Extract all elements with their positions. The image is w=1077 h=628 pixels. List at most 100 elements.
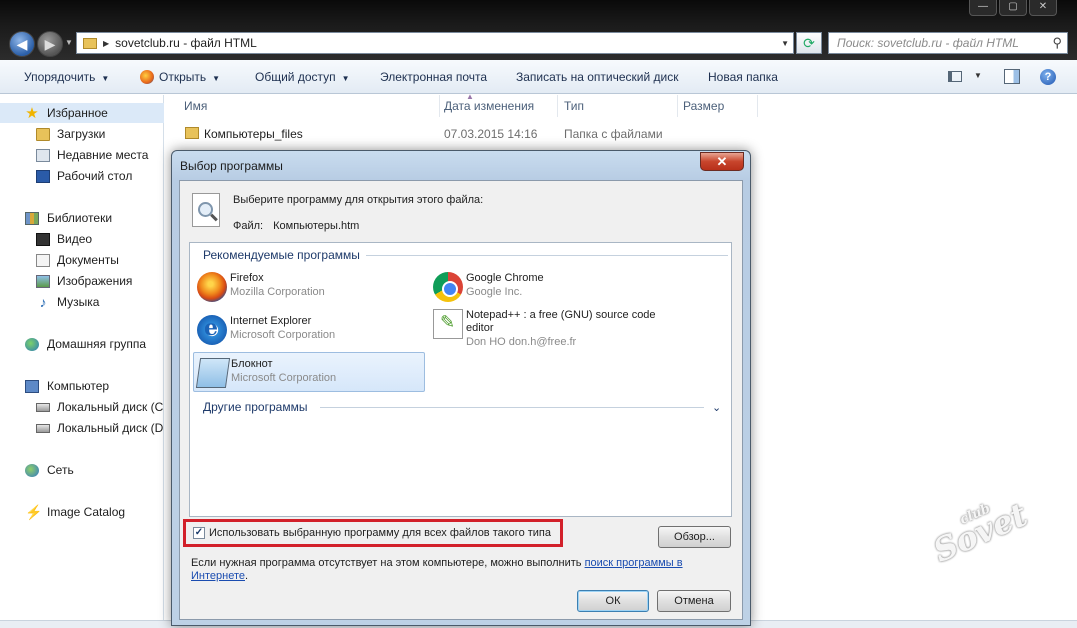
chrome-icon [433, 272, 463, 302]
sidebar-item-computer[interactable]: Компьютер [0, 376, 164, 396]
program-internet-explorer[interactable]: Internet Explorer Microsoft Corporation [193, 310, 425, 350]
downloads-folder-icon [36, 127, 50, 141]
recent-places-icon [36, 148, 50, 162]
refresh-icon: ⟳ [803, 35, 815, 51]
program-vendor: Microsoft Corporation [230, 329, 336, 341]
other-programs-label[interactable]: Другие программы [203, 400, 307, 414]
new-folder-button[interactable]: Новая папка [708, 70, 778, 84]
sidebar-item-disk-c[interactable]: Локальный диск (C [0, 397, 164, 417]
sidebar-item-music[interactable]: ♪ Музыка [0, 292, 164, 312]
organize-label: Упорядочить [24, 70, 96, 84]
window-close-button[interactable]: ✕ [1029, 0, 1057, 16]
sidebar-item-label: Рабочий стол [57, 169, 133, 183]
back-button[interactable]: ◀ [9, 31, 35, 57]
dialog-close-button[interactable]: ✕ [700, 152, 744, 171]
firefox-icon [197, 272, 227, 302]
sidebar-item-favorites[interactable]: ★ Избранное [0, 103, 164, 123]
sidebar-item-label: Image Catalog [47, 505, 126, 519]
sidebar-item-image-catalog[interactable]: ⚡ Image Catalog [0, 502, 164, 522]
email-button[interactable]: Электронная почта [380, 70, 487, 84]
sidebar-item-label: Избранное [47, 106, 108, 120]
watermark-logo: club Sovet [927, 495, 1033, 570]
program-firefox[interactable]: Firefox Mozilla Corporation [193, 267, 425, 307]
file-date: 07.03.2015 14:16 [444, 127, 538, 141]
file-row[interactable]: Компьютеры_files 07.03.2015 14:16 Папка … [165, 124, 765, 144]
file-list-header: ▲ Имя Дата изменения Тип Размер [165, 92, 1077, 117]
browse-button[interactable]: Обзор... [658, 526, 731, 548]
search-icon[interactable]: ⚲ [1052, 33, 1062, 53]
sidebar-item-disk-d[interactable]: Локальный диск (D [0, 418, 164, 438]
address-path[interactable]: sovetclub.ru - файл HTML [115, 36, 257, 50]
chevron-down-icon[interactable]: ▼ [781, 39, 789, 48]
arrow-right-icon: ▶ [44, 36, 56, 52]
homegroup-icon [25, 337, 39, 351]
document-search-icon [192, 193, 220, 227]
always-use-label[interactable]: Использовать выбранную программу для все… [209, 527, 551, 539]
always-use-option[interactable]: ✓ Использовать выбранную программу для в… [183, 519, 563, 547]
sidebar-item-recent-places[interactable]: Недавние места [0, 145, 164, 165]
file-name: Компьютеры_files [204, 127, 303, 141]
address-bar[interactable]: ▶ sovetclub.ru - файл HTML ▼ [76, 32, 794, 54]
sidebar-item-documents[interactable]: Документы [0, 250, 164, 270]
sidebar-item-video[interactable]: Видео [0, 229, 164, 249]
sidebar-item-label: Сеть [47, 463, 74, 477]
file-name-value: Компьютеры.htm [273, 220, 360, 232]
view-options-icon[interactable] [948, 71, 962, 82]
program-chrome[interactable]: Google Chrome Google Inc. [429, 267, 661, 307]
recent-pages-dropdown[interactable]: ▼ [65, 38, 73, 47]
column-date[interactable]: Дата изменения [444, 99, 534, 113]
burn-button[interactable]: Записать на оптический диск [516, 70, 679, 84]
help-note-end: . [245, 570, 249, 582]
program-name: Firefox [230, 272, 264, 284]
ok-button[interactable]: ОК [577, 590, 649, 612]
program-vendor: Microsoft Corporation [231, 372, 337, 384]
help-icon[interactable]: ? [1040, 69, 1056, 85]
computer-icon [25, 379, 39, 393]
breadcrumb-arrow-icon[interactable]: ▶ [103, 39, 109, 48]
cancel-button[interactable]: Отмена [657, 590, 731, 612]
program-vendor: Mozilla Corporation [230, 286, 325, 298]
help-note: Если нужная программа отсутствует на это… [191, 557, 711, 583]
recommended-programs-label: Рекомендуемые программы [203, 248, 360, 262]
section-divider [320, 407, 704, 408]
command-bar: Упорядочить ▼ Открыть ▼ Общий доступ ▼ Элек… [0, 60, 1077, 94]
sidebar-item-label: Музыка [57, 295, 100, 309]
always-use-checkbox[interactable]: ✓ [193, 527, 205, 539]
column-name[interactable]: Имя [184, 99, 207, 113]
sidebar-item-homegroup[interactable]: Домашняя группа [0, 334, 164, 354]
file-label: Файл: [233, 220, 264, 232]
sidebar-item-label: Компьютер [47, 379, 110, 393]
sidebar-item-label: Видео [57, 232, 93, 246]
program-vendor: Google Inc. [466, 286, 523, 298]
forward-button[interactable]: ▶ [37, 31, 63, 57]
column-type[interactable]: Тип [564, 99, 584, 113]
ie-icon [197, 315, 227, 345]
column-size[interactable]: Размер [683, 99, 724, 113]
chevron-down-icon[interactable]: ▼ [974, 71, 982, 80]
column-divider[interactable] [677, 95, 678, 117]
column-divider[interactable] [439, 95, 440, 117]
minimize-button[interactable]: — [969, 0, 997, 16]
column-divider[interactable] [757, 95, 758, 117]
refresh-button[interactable]: ⟳ [796, 32, 822, 54]
sidebar-item-desktop[interactable]: Рабочий стол [0, 166, 164, 186]
share-button[interactable]: Общий доступ ▼ [255, 70, 350, 84]
column-divider[interactable] [557, 95, 558, 117]
chevron-down-icon: ▼ [341, 74, 350, 83]
folder-icon [83, 37, 97, 49]
sidebar-item-label: Документы [57, 253, 119, 267]
program-notepad[interactable]: Блокнот Microsoft Corporation [193, 352, 425, 392]
sidebar-item-downloads[interactable]: Загрузки [0, 124, 164, 144]
sidebar-item-network[interactable]: Сеть [0, 460, 164, 480]
program-notepadpp[interactable]: Notepad++ : a free (GNU) source code edi… [429, 304, 661, 352]
sidebar-item-libraries[interactable]: Библиотеки [0, 208, 164, 228]
sidebar-item-label: Локальный диск (D [57, 421, 164, 435]
chevron-down-icon[interactable]: ⌄ [712, 401, 721, 414]
sidebar-item-pictures[interactable]: Изображения [0, 271, 164, 291]
search-input[interactable]: Поиск: sovetclub.ru - файл HTML ⚲ [828, 32, 1068, 54]
preview-pane-icon[interactable] [1004, 69, 1020, 84]
sidebar-item-label: Домашняя группа [47, 337, 147, 351]
organize-button[interactable]: Упорядочить ▼ [24, 70, 109, 84]
maximize-button[interactable]: ▢ [999, 0, 1027, 16]
open-button[interactable]: Открыть ▼ [140, 70, 220, 84]
